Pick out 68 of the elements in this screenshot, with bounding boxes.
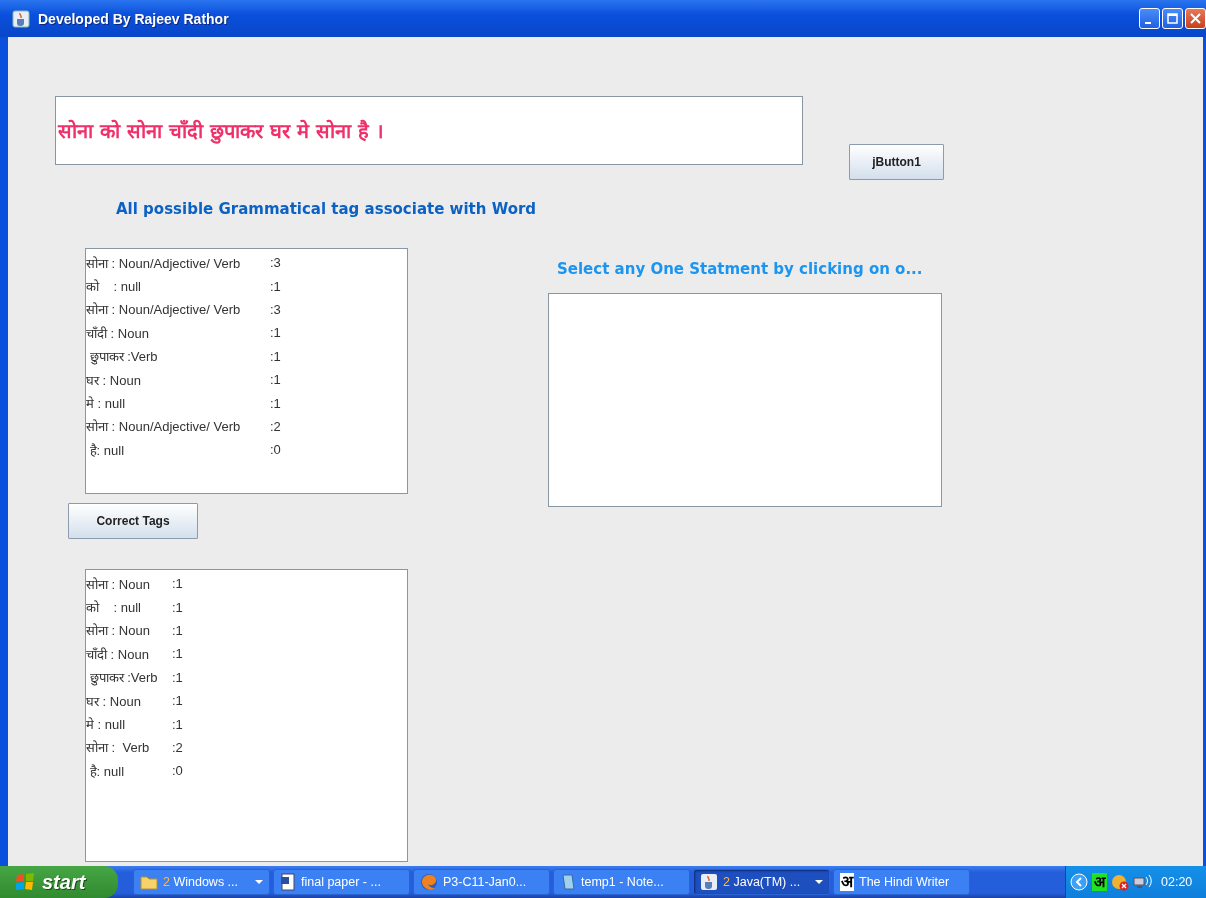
network-icon[interactable] — [1133, 874, 1153, 890]
java-cup-icon — [700, 873, 718, 891]
window-title: Developed By Rajeev Rathor — [38, 10, 229, 27]
word-tag: मे : null — [86, 715, 172, 734]
correct-tags-button[interactable]: Correct Tags — [68, 503, 198, 539]
word-tag: सोना : Noun/Adjective/ Verb — [86, 417, 270, 436]
tag-count: :1 — [172, 622, 183, 638]
chevron-left-icon[interactable] — [1070, 873, 1088, 891]
word-tag: घर : Noun — [86, 691, 172, 710]
word-tag: छुपाकर :Verb — [86, 347, 270, 366]
maximize-button[interactable] — [1162, 8, 1183, 29]
word-tag: सोना : Verb — [86, 738, 172, 757]
sentence-field[interactable]: सोना को सोना चाँदी छुपाकर घर मे सोना है । — [55, 96, 803, 165]
globe-icon — [420, 873, 438, 891]
minimize-icon — [1145, 21, 1151, 24]
tag-count: :1 — [172, 693, 183, 709]
tag-count: :0 — [270, 442, 281, 458]
document-icon — [280, 873, 296, 891]
tag-count: :3 — [270, 301, 281, 317]
maximize-icon — [1167, 13, 1178, 24]
word-tag: छुपाकर :Verb — [86, 668, 172, 687]
close-icon — [1190, 13, 1201, 24]
tag-count: :2 — [270, 418, 281, 434]
java-cup-icon — [12, 9, 30, 28]
word-tag: है: null — [86, 761, 172, 780]
close-button[interactable] — [1185, 8, 1206, 29]
letter-icon: अ — [840, 873, 854, 891]
taskbar-button[interactable]: 2 Java(TM) ... — [693, 869, 830, 895]
word-tag: को : null — [86, 277, 270, 296]
tag-count: :1 — [270, 278, 281, 294]
tag-count: :1 — [172, 599, 183, 615]
word-tag: सोना : Noun/Adjective/ Verb — [86, 253, 270, 272]
tag-count: :1 — [172, 716, 183, 732]
start-button[interactable]: start — [0, 866, 118, 898]
jbutton[interactable]: jButton1 — [849, 144, 944, 180]
word-tag: घर : Noun — [86, 370, 270, 389]
word-tag: चाँदी : Noun — [86, 323, 270, 342]
word-tag: को : null — [86, 598, 172, 617]
folder-icon — [140, 874, 158, 890]
tag-count: :2 — [172, 739, 183, 755]
tag-count: :1 — [172, 669, 183, 685]
tag-count: :1 — [270, 348, 281, 364]
word-tag: मे : null — [86, 394, 270, 413]
taskbar-button[interactable]: final paper - ... — [273, 869, 410, 895]
notepad-icon — [560, 873, 576, 891]
section-label: Select any One Statment by clicking on o... — [557, 260, 924, 280]
word-tag: है: null — [86, 440, 270, 459]
tag-count: :1 — [172, 576, 183, 592]
tag-count: :1 — [270, 372, 281, 388]
taskbar-button[interactable]: temp1 - Note... — [553, 869, 690, 895]
word-tag: सोना : Noun/Adjective/ Verb — [86, 300, 270, 319]
taskbar-button[interactable]: 2 Windows ... — [133, 869, 270, 895]
taskbar-button[interactable]: P3-C11-Jan0... — [413, 869, 550, 895]
tag-count: :3 — [270, 255, 281, 271]
tag-count: :1 — [270, 325, 281, 341]
taskbar-button[interactable]: अ The Hindi Writer — [833, 869, 970, 895]
section-label: All possible Grammatical tag associate with Word — [116, 200, 538, 218]
word-tag: चाँदी : Noun — [86, 644, 172, 663]
language-indicator[interactable]: अ — [1092, 873, 1107, 891]
clock: 02:20 — [1161, 875, 1193, 889]
flag-icon — [14, 872, 36, 892]
tag-count: :1 — [172, 646, 183, 662]
word-tag: सोना : Noun — [86, 574, 172, 593]
word-tag: सोना : Noun — [86, 621, 172, 640]
tag-count: :0 — [172, 763, 183, 779]
tag-count: :1 — [270, 395, 281, 411]
warning-icon[interactable] — [1111, 873, 1129, 891]
minimize-button[interactable] — [1139, 8, 1160, 29]
